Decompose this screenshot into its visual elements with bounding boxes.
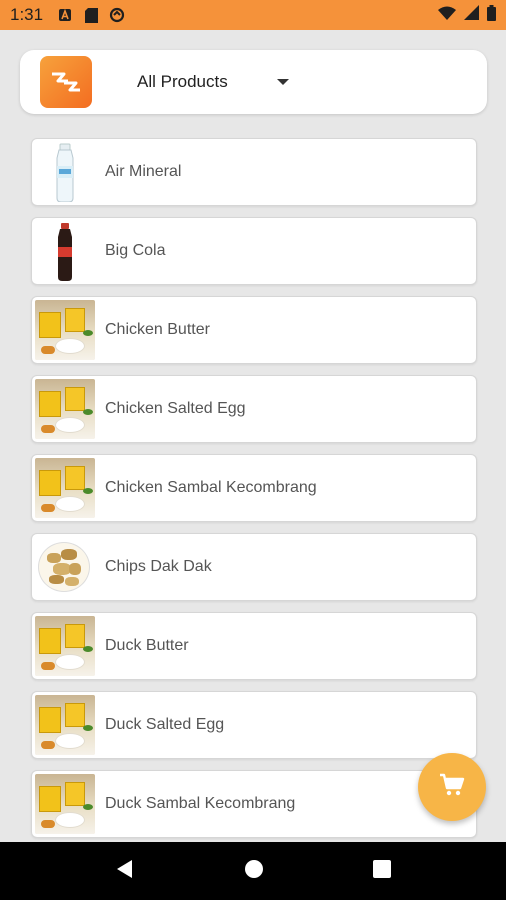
cart-button[interactable] [418,753,486,821]
product-thumbnail [35,695,95,755]
product-thumbnail [35,379,95,439]
product-thumbnail [35,458,95,518]
a-icon [57,7,73,23]
navigation-bar [0,842,506,900]
list-item[interactable]: Air Mineral [31,138,477,206]
product-thumbnail [35,774,95,834]
battery-icon [487,4,496,26]
product-name: Chicken Sambal Kecombrang [105,479,317,496]
list-item[interactable]: Chicken Sambal Kecombrang [31,454,477,522]
list-item[interactable]: Chicken Butter [31,296,477,364]
list-item[interactable]: Big Cola [31,217,477,285]
status-bar: 1:31 [0,0,506,30]
cart-icon [439,773,465,802]
product-name: Chicken Salted Egg [105,400,246,417]
back-icon[interactable] [115,859,135,884]
product-thumbnail [35,537,95,597]
product-thumbnail [35,616,95,676]
product-thumbnail [35,300,95,360]
list-item[interactable]: Duck Sambal Kecombrang [31,770,477,838]
sync-icon [109,7,125,23]
sd-card-icon [83,7,99,23]
signal-icon [464,5,479,25]
wifi-icon [438,6,456,25]
product-thumbnail [35,142,95,202]
product-name: Duck Salted Egg [105,716,225,733]
status-time: 1:31 [10,5,44,24]
chevron-down-icon[interactable] [277,79,289,85]
recents-icon[interactable] [373,859,392,883]
list-item[interactable]: Chicken Salted Egg [31,375,477,443]
product-name: Duck Sambal Kecombrang [105,795,296,812]
product-name: Chicken Butter [105,321,210,338]
home-icon[interactable] [244,859,264,884]
category-header: All Products [20,50,487,114]
product-name: Air Mineral [105,163,182,180]
category-dropdown[interactable]: All Products [137,72,267,92]
product-thumbnail [35,221,95,281]
list-item[interactable]: Duck Butter [31,612,477,680]
product-name: Big Cola [105,242,166,259]
product-name: Duck Butter [105,637,189,654]
main-content: All Products Air Mineral Big Cola Chicke… [0,30,506,842]
app-logo [40,56,92,108]
product-name: Chips Dak Dak [105,558,212,575]
list-item[interactable]: Chips Dak Dak [31,533,477,601]
list-item[interactable]: Duck Salted Egg [31,691,477,759]
